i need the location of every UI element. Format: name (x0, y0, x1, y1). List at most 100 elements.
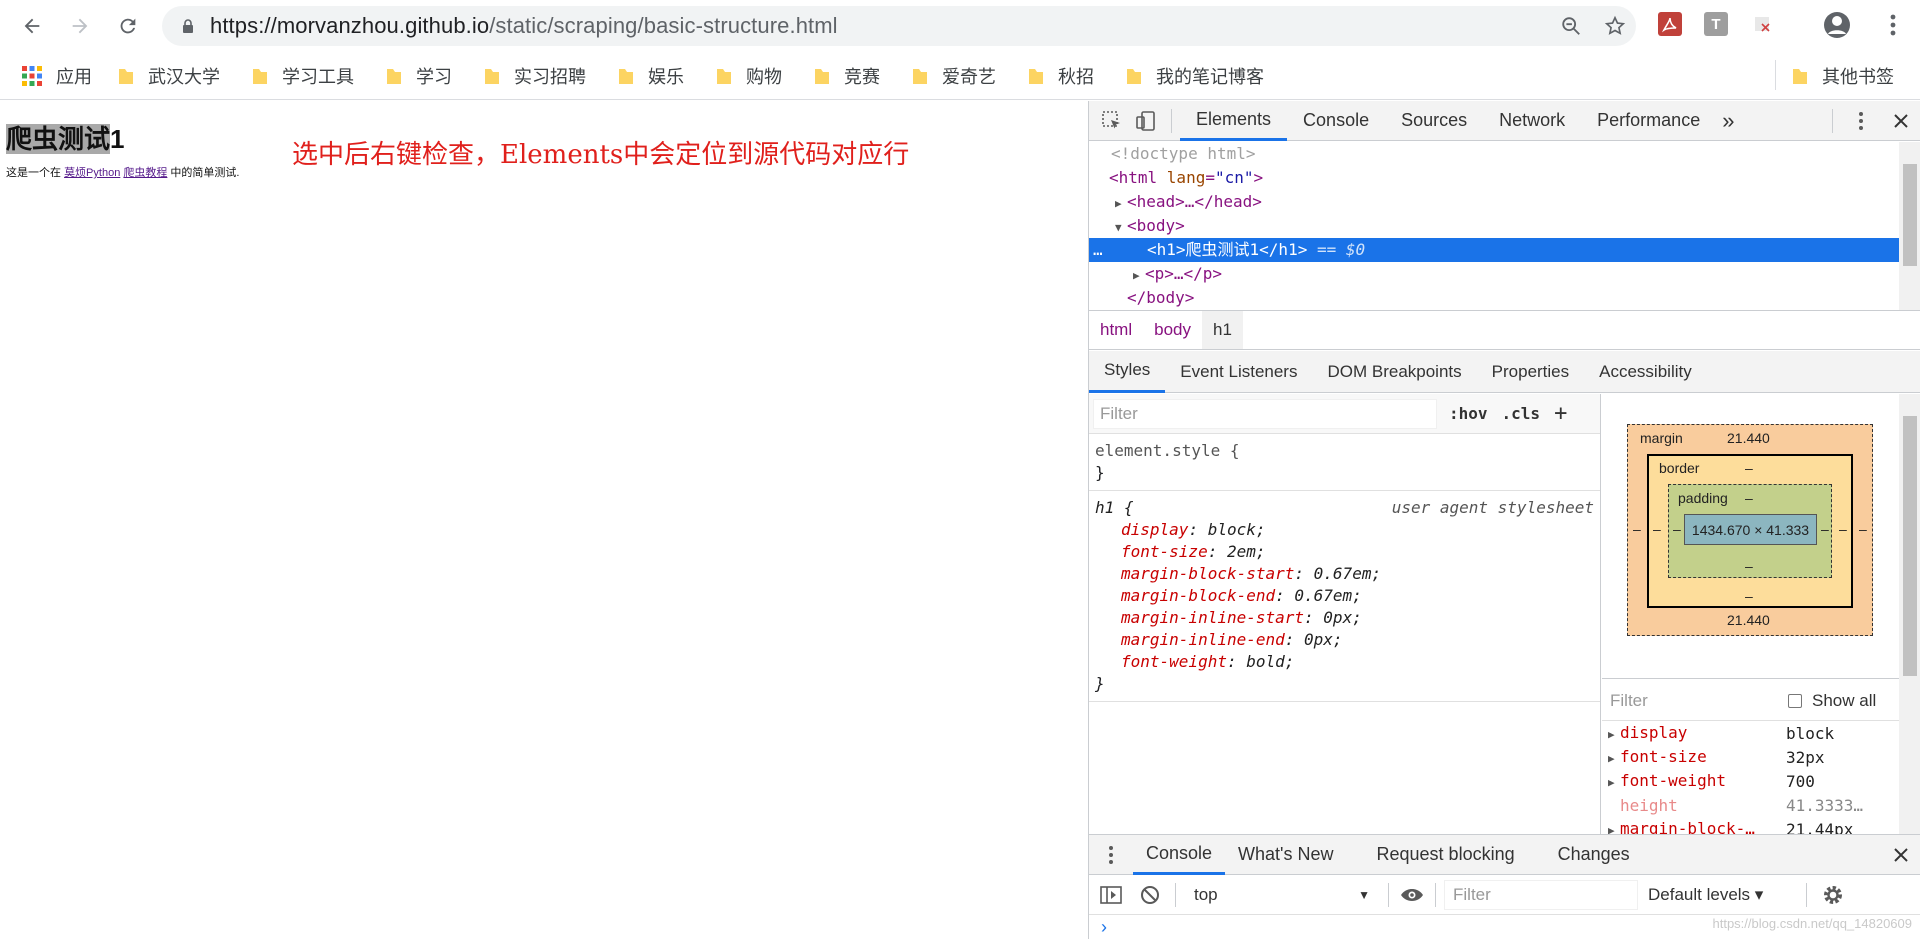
style-declaration[interactable]: margin-block-start: 0.67em; (1095, 563, 1594, 585)
morvan-python-link[interactable]: 莫烦Python (64, 167, 120, 179)
border-left-value[interactable]: – (1653, 521, 1661, 537)
bookmark-item[interactable]: 学习 (386, 52, 466, 100)
dom-head[interactable]: ▶ <head>…</head> (1089, 190, 1920, 214)
dom-body[interactable]: ▼ <body> (1089, 214, 1920, 238)
puzzle-extension-icon[interactable] (1750, 12, 1774, 36)
new-style-rule-button[interactable]: + (1554, 401, 1567, 426)
dom-h1-selected[interactable]: … <h1>爬虫测试1</h1> == $0 (1089, 238, 1920, 262)
drawer-tab-console[interactable]: Console (1133, 835, 1226, 875)
breadcrumb-html[interactable]: html (1089, 311, 1143, 349)
profile-avatar-icon[interactable] (1822, 10, 1852, 40)
computed-filter-input[interactable]: Filter (1602, 691, 1788, 711)
address-bar[interactable]: https://morvanzhou.github.io/static/scra… (162, 6, 1636, 46)
bookmark-item[interactable]: 娱乐 (618, 52, 698, 100)
tab-network[interactable]: Network (1483, 101, 1581, 141)
tab-event-listeners[interactable]: Event Listeners (1165, 351, 1312, 393)
show-all-checkbox[interactable] (1788, 693, 1802, 708)
expand-triangle-icon[interactable]: ▶ (1608, 723, 1620, 747)
margin-left-value[interactable]: – (1633, 521, 1641, 537)
bookmark-item[interactable]: 学习工具 (252, 52, 368, 100)
computed-row[interactable]: ▶ font-weight 700 (1602, 770, 1899, 794)
drawer-tab-whats-new[interactable]: What's New (1225, 835, 1363, 875)
drawer-menu-button[interactable] (1089, 835, 1133, 875)
elements-scrollbar[interactable] (1899, 142, 1920, 310)
apps-shortcut[interactable]: 应用 (22, 63, 92, 89)
style-declaration[interactable]: margin-inline-end: 0px; (1095, 629, 1594, 651)
computed-scrollbar[interactable] (1899, 394, 1920, 834)
url-text[interactable]: https://morvanzhou.github.io/static/scra… (210, 13, 838, 39)
forward-button[interactable] (56, 0, 104, 52)
tab-console[interactable]: Console (1287, 101, 1385, 141)
tab-performance[interactable]: Performance (1581, 101, 1716, 141)
node-actions-icon[interactable]: … (1093, 238, 1147, 262)
bookmark-item[interactable]: 秋招 (1028, 52, 1108, 100)
border-right-value[interactable]: – (1839, 521, 1847, 537)
box-model-content[interactable]: 1434.670 × 41.333 (1684, 514, 1817, 545)
margin-right-value[interactable]: – (1859, 521, 1867, 537)
collapse-triangle-icon[interactable]: ▼ (1115, 216, 1127, 240)
element-style-rule[interactable]: element.style { } (1089, 434, 1600, 491)
device-toolbar-button[interactable] (1129, 101, 1163, 141)
page-heading[interactable]: 爬虫测试1 (6, 119, 124, 156)
style-declaration[interactable]: margin-block-end: 0.67em; (1095, 585, 1594, 607)
style-declaration[interactable]: font-size: 2em; (1095, 541, 1594, 563)
tab-dom-breakpoints[interactable]: DOM Breakpoints (1312, 351, 1476, 393)
computed-row[interactable]: height 41.3333… (1602, 794, 1899, 818)
bookmark-star-icon[interactable] (1604, 15, 1626, 37)
tab-elements[interactable]: Elements (1180, 101, 1288, 141)
bookmark-item[interactable]: 我的笔记博客 (1126, 52, 1278, 100)
dom-doctype[interactable]: <!doctype html> (1089, 142, 1920, 166)
clear-console-button[interactable] (1133, 885, 1167, 905)
bookmark-item[interactable]: 爱奇艺 (912, 52, 1010, 100)
bookmark-item[interactable]: 实习招聘 (484, 52, 600, 100)
padding-bottom-value[interactable]: – (1745, 558, 1753, 574)
context-selector[interactable]: top ▼ (1184, 880, 1380, 910)
margin-bottom-value[interactable]: 21.440 (1727, 612, 1770, 628)
reload-button[interactable] (104, 0, 152, 52)
breadcrumb-body[interactable]: body (1143, 311, 1202, 349)
devtools-menu-button[interactable] (1841, 101, 1881, 141)
bookmark-item[interactable]: 购物 (716, 52, 796, 100)
border-top-value[interactable]: – (1745, 460, 1753, 476)
styles-filter-input[interactable]: Filter (1093, 398, 1437, 429)
more-tabs-button[interactable]: » (1716, 101, 1740, 141)
computed-row[interactable]: ▶ display block (1602, 722, 1899, 746)
tab-properties[interactable]: Properties (1477, 351, 1584, 393)
close-devtools-button[interactable] (1881, 101, 1920, 141)
dom-body-close[interactable]: </body> (1089, 286, 1920, 310)
hov-toggle[interactable]: :hov (1449, 404, 1488, 423)
tab-sources[interactable]: Sources (1385, 101, 1483, 141)
padding-top-value[interactable]: – (1745, 490, 1753, 506)
expand-triangle-icon[interactable]: ▶ (1115, 192, 1127, 216)
live-expression-button[interactable] (1397, 887, 1427, 903)
log-levels-dropdown[interactable]: Default levels ▾ (1648, 885, 1798, 905)
console-settings-button[interactable] (1815, 884, 1851, 906)
expand-triangle-icon[interactable]: ▶ (1608, 771, 1620, 795)
expand-triangle-icon[interactable]: ▶ (1133, 264, 1145, 288)
style-declaration[interactable]: font-weight: bold; (1095, 651, 1594, 673)
close-drawer-button[interactable] (1881, 835, 1920, 875)
margin-top-value[interactable]: 21.440 (1727, 430, 1770, 446)
scraping-tutorial-link[interactable]: 爬虫教程 (123, 167, 167, 179)
style-declaration[interactable]: display: block; (1095, 519, 1594, 541)
breadcrumb-h1[interactable]: h1 (1202, 311, 1243, 349)
cls-toggle[interactable]: .cls (1502, 404, 1541, 423)
expand-triangle-icon[interactable]: ▶ (1608, 747, 1620, 771)
style-declaration[interactable]: margin-inline-start: 0px; (1095, 607, 1594, 629)
zoom-icon[interactable] (1560, 15, 1582, 37)
tab-accessibility[interactable]: Accessibility (1584, 351, 1707, 393)
drawer-tab-changes[interactable]: Changes (1545, 835, 1643, 875)
console-filter-input[interactable]: Filter (1444, 879, 1638, 910)
h1-ua-rule[interactable]: user agent stylesheet h1 { display: block… (1089, 491, 1600, 702)
padding-right-value[interactable]: – (1821, 521, 1829, 537)
bookmark-item[interactable]: 武汉大学 (118, 52, 234, 100)
translate-extension-icon[interactable]: T (1704, 12, 1728, 36)
inspect-element-button[interactable] (1095, 101, 1129, 141)
other-bookmarks[interactable]: 其他书签 (1792, 52, 1894, 100)
computed-row[interactable]: ▶ font-size 32px (1602, 746, 1899, 770)
border-bottom-value[interactable]: – (1745, 588, 1753, 604)
padding-left-value[interactable]: – (1673, 521, 1681, 537)
tab-styles[interactable]: Styles (1089, 351, 1166, 393)
browser-menu-icon[interactable] (1878, 10, 1908, 40)
pdf-extension-icon[interactable] (1658, 12, 1682, 36)
